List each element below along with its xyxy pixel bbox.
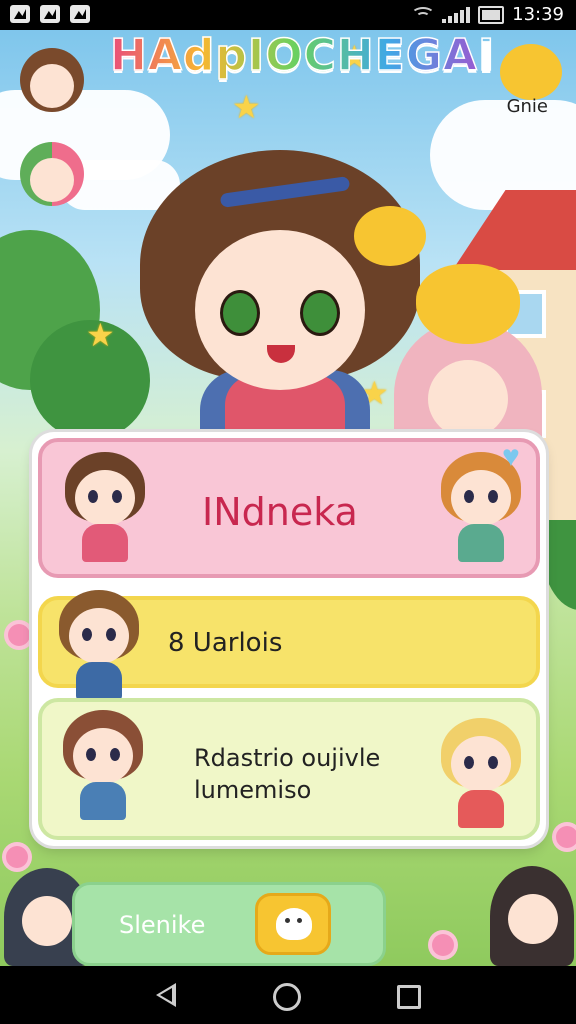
system-icons: 13:39 bbox=[411, 4, 564, 25]
flower bbox=[6, 846, 28, 868]
back-triangle-icon[interactable] bbox=[152, 980, 182, 1010]
dark-hair-boy bbox=[490, 866, 574, 966]
character-portrait bbox=[60, 452, 150, 562]
notification-icons bbox=[10, 5, 90, 23]
star-icon: ★ bbox=[232, 89, 261, 125]
flower bbox=[8, 624, 30, 646]
corner-label[interactable]: Gnie bbox=[507, 96, 548, 117]
bottom-action-label: Slenike bbox=[119, 911, 206, 939]
image-icon bbox=[40, 5, 60, 23]
image-icon bbox=[10, 5, 30, 23]
hero-character bbox=[140, 150, 420, 470]
home-circle-icon[interactable] bbox=[273, 983, 301, 1011]
battery-icon bbox=[478, 5, 505, 24]
main-menu: INdneka ♥ 8 Uarlois Rdastrio oujivle lum… bbox=[32, 432, 546, 846]
character-portrait bbox=[58, 710, 148, 820]
ghost-icon bbox=[276, 908, 312, 940]
menu-item-1[interactable]: INdneka ♥ bbox=[38, 438, 540, 578]
character-portrait bbox=[436, 718, 526, 828]
download-icon bbox=[70, 5, 90, 23]
menu-item-label: INdneka bbox=[202, 490, 358, 534]
menu-item-3[interactable]: Rdastrio oujivle lumemiso bbox=[38, 698, 540, 840]
menu-item-label: 8 Uarlois bbox=[168, 628, 283, 658]
menu-item-label: Rdastrio oujivle lumemiso bbox=[194, 742, 380, 806]
navigation-bar bbox=[0, 966, 576, 1024]
wifi-icon bbox=[411, 6, 436, 23]
menu-item-label-line2: lumemiso bbox=[194, 776, 312, 804]
avatar-brown-hair[interactable] bbox=[20, 48, 84, 112]
star-icon: ★ bbox=[86, 317, 115, 353]
action-button[interactable] bbox=[255, 893, 331, 955]
avatar-green-pink-hair[interactable] bbox=[20, 142, 84, 206]
clock: 13:39 bbox=[512, 4, 564, 25]
menu-item-label-line1: Rdastrio oujivle bbox=[194, 744, 381, 772]
heart-icon: ♥ bbox=[502, 440, 520, 473]
flower bbox=[556, 826, 576, 848]
character-portrait bbox=[54, 590, 144, 700]
game-title: HAdpIOCHEGAI bbox=[109, 29, 496, 82]
status-bar: 13:39 bbox=[0, 0, 576, 30]
yellow-bird-mascot bbox=[354, 206, 426, 266]
flower bbox=[432, 934, 454, 956]
cat-mascot-icon[interactable] bbox=[500, 44, 562, 100]
fox-mascot bbox=[416, 264, 520, 344]
bottom-action-bar[interactable]: Slenike bbox=[72, 882, 386, 966]
recent-square-icon[interactable] bbox=[397, 985, 421, 1009]
signal-icon bbox=[442, 6, 471, 23]
menu-item-2[interactable]: 8 Uarlois bbox=[38, 590, 540, 700]
